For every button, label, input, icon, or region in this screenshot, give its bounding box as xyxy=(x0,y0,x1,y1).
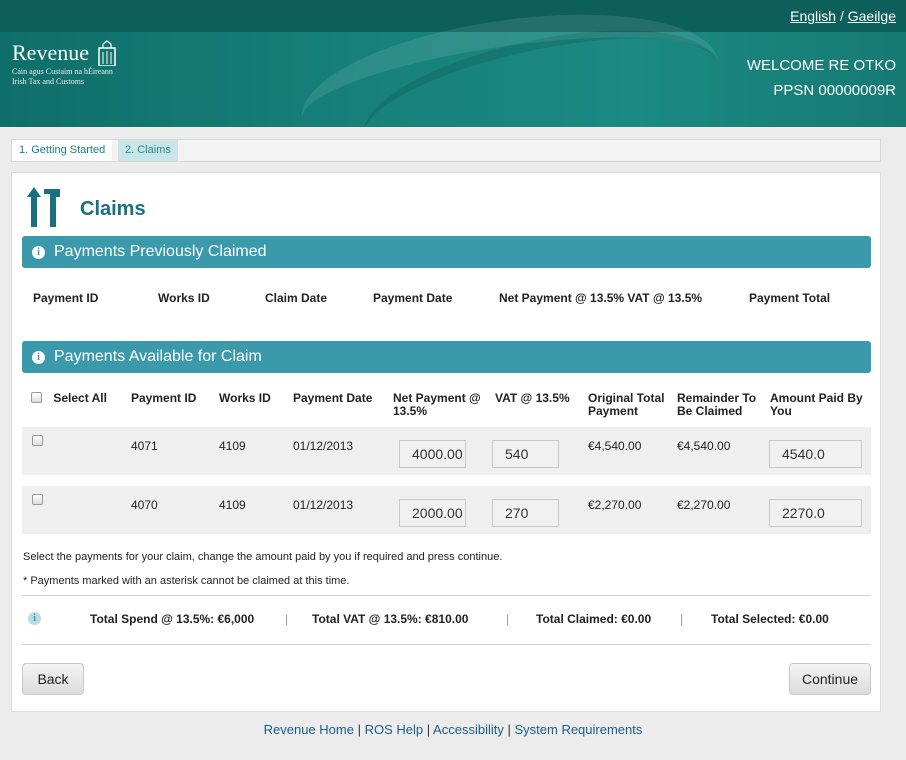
continue-button[interactable]: Continue xyxy=(789,663,871,695)
footer-links: Revenue Home | ROS Help | Accessibility … xyxy=(0,722,906,737)
avail-col-original-line2: Payment xyxy=(588,404,639,418)
prev-col-claim-date: Claim Date xyxy=(265,291,328,305)
footer-link-revenue-home[interactable]: Revenue Home xyxy=(264,722,354,737)
prev-col-works-id: Works ID xyxy=(158,291,210,305)
instruction-text: Select the payments for your claim, chan… xyxy=(23,551,503,563)
select-all-checkbox[interactable] xyxy=(31,392,42,403)
logo-title: Revenue xyxy=(12,40,89,65)
footer-separator: | xyxy=(426,722,431,737)
section-title-available-for-claim: Payments Available for Claim xyxy=(54,348,262,365)
gaeilge-link[interactable]: Gaeilge xyxy=(848,8,896,24)
select-all: Select All xyxy=(31,392,107,405)
claims-arrows-icon xyxy=(27,187,60,227)
claims-panel: Claims i Payments Previously Claimed Pay… xyxy=(11,172,881,712)
welcome-text: WELCOME RE OTKO xyxy=(746,57,896,74)
totals-separator: | xyxy=(285,612,289,626)
row-remainder: €4,540.00 xyxy=(677,439,731,453)
language-separator: / xyxy=(839,8,844,24)
divider xyxy=(22,595,871,596)
info-icon: i xyxy=(28,612,41,625)
table-row: 4070 4109 01/12/2013 2000.00 270 €2,270.… xyxy=(22,486,871,534)
avail-col-amount-line2: You xyxy=(770,404,792,418)
avail-col-vat: VAT @ 13.5% xyxy=(495,391,570,405)
avail-col-net-payment: Net Payment @ 13.5% xyxy=(393,392,481,418)
amount-paid-input[interactable]: 4540.0 xyxy=(769,440,862,468)
table-row: 4071 4109 01/12/2013 4000.00 540 €4,540.… xyxy=(22,427,871,475)
row-payment-id: 4071 xyxy=(131,439,158,453)
row-checkbox[interactable] xyxy=(32,435,43,446)
logo-subtitle-irish: Cáin agus Custaim na hÉireann xyxy=(12,67,113,76)
user-info: WELCOME RE OTKO PPSN 00000009R xyxy=(747,53,896,103)
info-icon: i xyxy=(32,351,45,364)
english-link[interactable]: English xyxy=(790,8,836,24)
prev-col-payment-id: Payment ID xyxy=(33,291,99,305)
vat-input[interactable]: 270 xyxy=(492,499,559,527)
row-original-total: €2,270.00 xyxy=(588,498,642,512)
totals-separator: | xyxy=(680,612,684,626)
vat-input[interactable]: 540 xyxy=(492,440,559,468)
back-button[interactable]: Back xyxy=(22,663,84,695)
ppsn-text: PPSN 00000009R xyxy=(773,82,896,99)
row-works-id: 4109 xyxy=(219,498,246,512)
wizard-tabs: 1. Getting Started 2. Claims xyxy=(11,139,881,162)
section-bar-available-for-claim: i Payments Available for Claim xyxy=(22,341,871,373)
prev-col-net-vat: Net Payment @ 13.5% VAT @ 13.5% xyxy=(499,291,703,305)
tab-getting-started[interactable]: 1. Getting Started xyxy=(12,140,113,161)
footer-separator: | xyxy=(357,722,361,737)
footer-link-accessibility[interactable]: Accessibility xyxy=(433,722,504,737)
amount-paid-input[interactable]: 2270.0 xyxy=(769,499,862,527)
avail-col-works-id: Works ID xyxy=(219,391,271,405)
row-checkbox[interactable] xyxy=(32,494,43,505)
row-payment-date: 01/12/2013 xyxy=(293,498,354,512)
row-payment-id: 4070 xyxy=(131,498,158,512)
harp-icon xyxy=(98,40,117,66)
net-payment-input[interactable]: 2000.00 xyxy=(399,499,466,527)
total-vat: Total VAT @ 13.5%: €810.00 xyxy=(312,612,469,626)
page-title: Claims xyxy=(80,198,146,220)
row-payment-date: 01/12/2013 xyxy=(293,439,354,453)
total-claimed: Total Claimed: €0.00 xyxy=(536,612,652,626)
select-all-label: Select All xyxy=(53,391,107,405)
asterisk-note: * Payments marked with an asterisk canno… xyxy=(23,575,350,587)
footer-link-system-requirements[interactable]: System Requirements xyxy=(514,722,642,737)
prev-col-payment-date: Payment Date xyxy=(373,291,453,305)
totals-separator: | xyxy=(506,612,510,626)
language-switcher: English / Gaeilge xyxy=(790,8,896,24)
revenue-logo[interactable]: Revenue Cáin agus Custaim na hÉireann Ir… xyxy=(12,40,117,86)
info-icon: i xyxy=(32,246,45,259)
footer-link-ros-help[interactable]: ROS Help xyxy=(365,722,424,737)
total-spend: Total Spend @ 13.5%: €6,000 xyxy=(90,612,255,626)
avail-col-payment-date: Payment Date xyxy=(293,391,373,405)
row-works-id: 4109 xyxy=(219,439,246,453)
row-original-total: €4,540.00 xyxy=(588,439,642,453)
logo-subtitle-english: Irish Tax and Customs xyxy=(12,77,84,86)
footer-separator: | xyxy=(507,722,511,737)
avail-col-original-total: Original Total Payment xyxy=(588,392,664,418)
tab-claims[interactable]: 2. Claims xyxy=(118,140,178,161)
avail-col-amount-paid: Amount Paid By You xyxy=(770,392,863,418)
prev-col-payment-total: Payment Total xyxy=(749,291,831,305)
net-payment-input[interactable]: 4000.00 xyxy=(399,440,466,468)
site-header: English / Gaeilge WELCOME RE OTKO PPSN 0… xyxy=(0,0,906,127)
header-top-bar xyxy=(0,0,906,32)
divider xyxy=(22,644,871,645)
avail-col-remainder-line2: Be Claimed xyxy=(677,404,743,418)
total-selected: Total Selected: €0.00 xyxy=(711,612,829,626)
section-bar-previously-claimed: i Payments Previously Claimed xyxy=(22,236,871,268)
avail-col-remainder: Remainder To Be Claimed xyxy=(677,392,756,418)
row-remainder: €2,270.00 xyxy=(677,498,731,512)
avail-col-net-payment-line2: 13.5% xyxy=(393,404,428,418)
section-title-previously-claimed: Payments Previously Claimed xyxy=(54,243,267,260)
avail-col-payment-id: Payment ID xyxy=(131,391,197,405)
